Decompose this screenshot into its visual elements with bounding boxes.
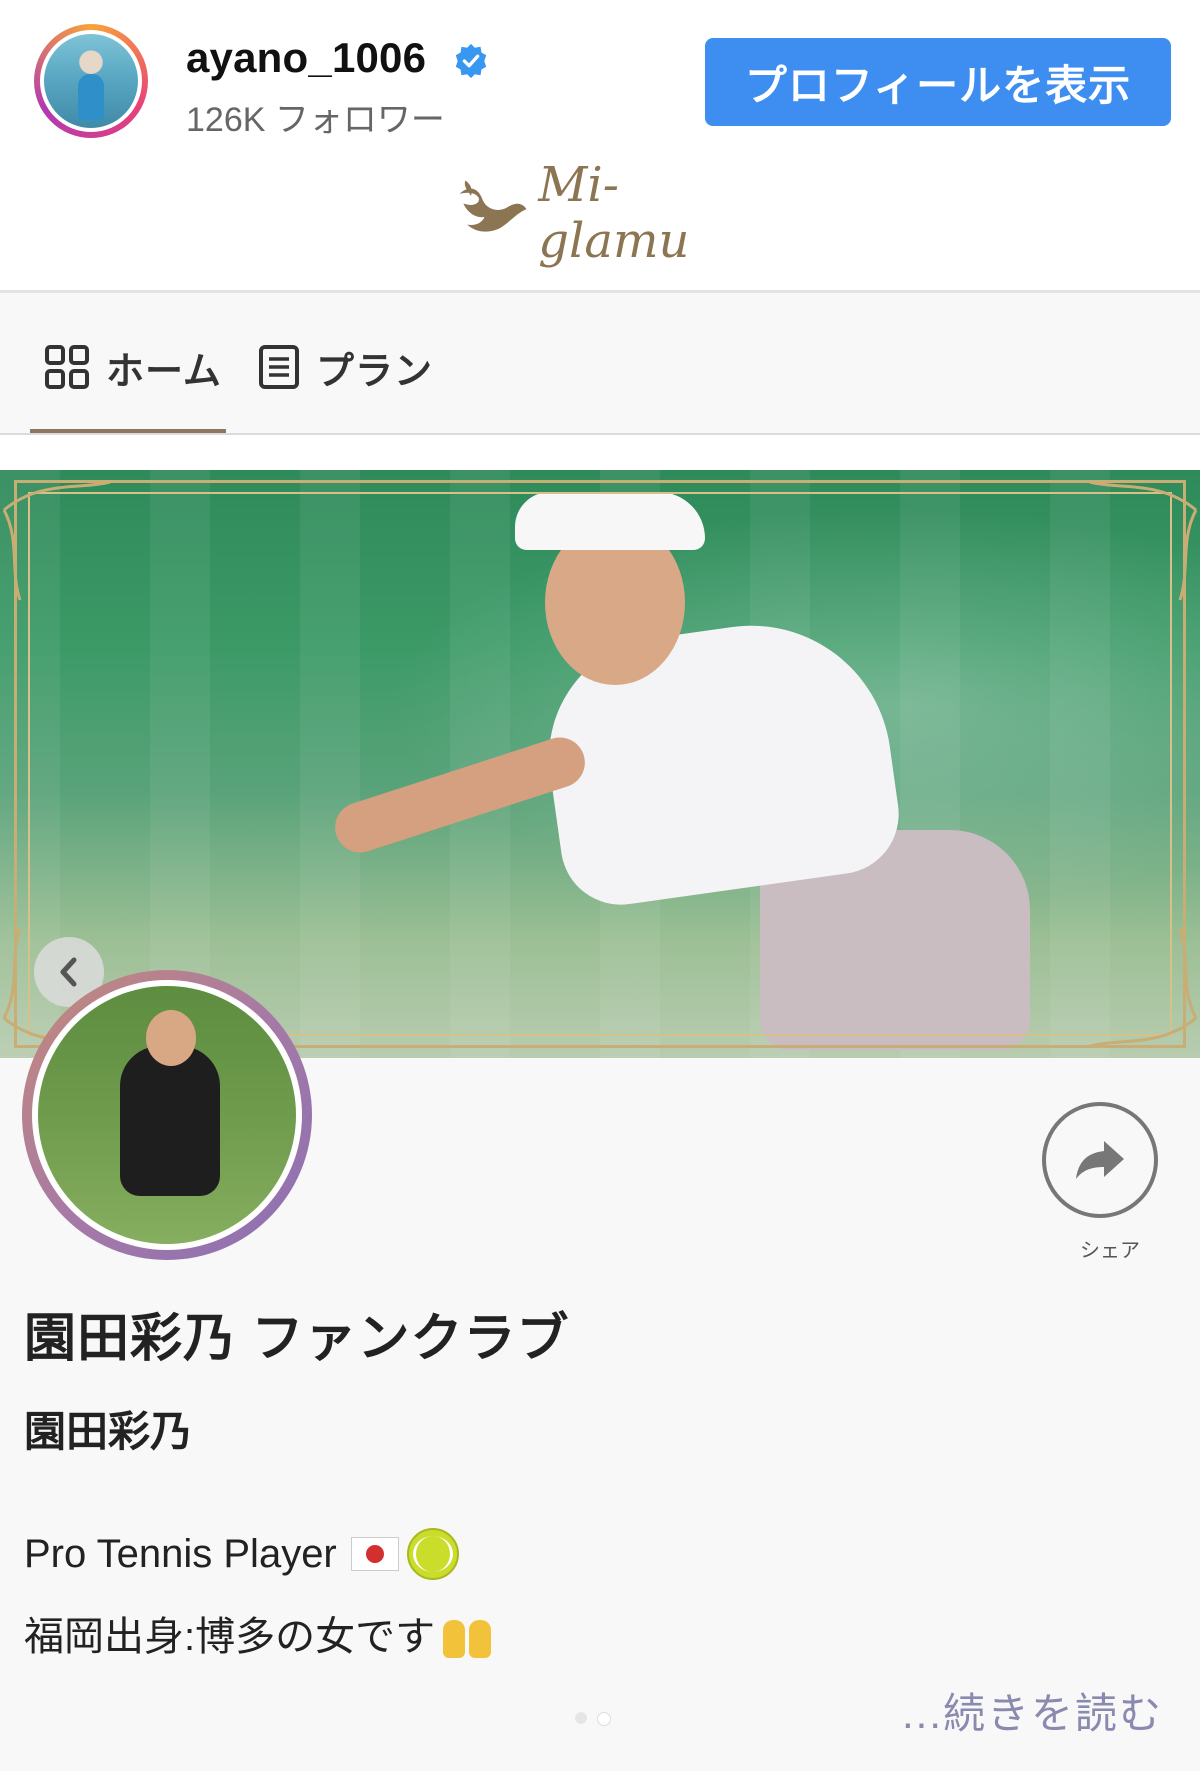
document-icon (259, 345, 299, 389)
share-label: シェア (1080, 1240, 1140, 1262)
follower-count: 126K フォロワー (186, 101, 445, 139)
fanclub-title: 園田彩乃 ファンクラブ (24, 1310, 570, 1368)
share-arrow-icon (1076, 1141, 1124, 1179)
top-header: ayano_1006 126K フォロワー プロフィールを表示 (0, 0, 1200, 165)
japan-flag-icon (350, 1537, 399, 1571)
tab-home-label: ホーム (106, 350, 222, 393)
brand-logo[interactable]: Mi-glamu (450, 157, 760, 269)
divider (0, 433, 1200, 435)
bio-line-1: Pro Tennis Player (24, 1528, 459, 1580)
fanclub-avatar[interactable] (22, 970, 312, 1260)
bio-line-2: 福岡出身:博多の女です (24, 1604, 495, 1662)
verified-badge-icon (455, 43, 487, 79)
bio-text: 福岡出身:博多の女です (24, 1615, 436, 1659)
brand-name: Mi-glamu (538, 157, 690, 269)
tab-bar: ホーム プラン (0, 293, 1200, 434)
username[interactable]: ayano_1006 (186, 34, 426, 82)
raised-hands-icon (439, 1608, 495, 1658)
owner-name: 園田彩乃 (24, 1408, 193, 1455)
user-avatar[interactable] (34, 24, 148, 138)
tab-plan[interactable]: プラン (258, 337, 433, 397)
chevron-left-icon (60, 957, 77, 987)
pagination-dots (575, 1712, 611, 1726)
view-profile-button[interactable]: プロフィールを表示 (705, 38, 1171, 126)
read-more-link[interactable]: ...続きを読む (902, 1680, 1163, 1741)
page-dot[interactable] (575, 1712, 587, 1724)
share-button[interactable] (1042, 1102, 1158, 1218)
bio-text: Pro Tennis Player (24, 1531, 337, 1576)
grid-icon (45, 345, 89, 389)
bird-logo-icon (459, 180, 527, 232)
tab-home[interactable]: ホーム (44, 337, 222, 397)
page-dot-active[interactable] (597, 1712, 611, 1726)
tab-plan-label: プラン (316, 350, 434, 393)
tennis-ball-icon (406, 1528, 459, 1580)
